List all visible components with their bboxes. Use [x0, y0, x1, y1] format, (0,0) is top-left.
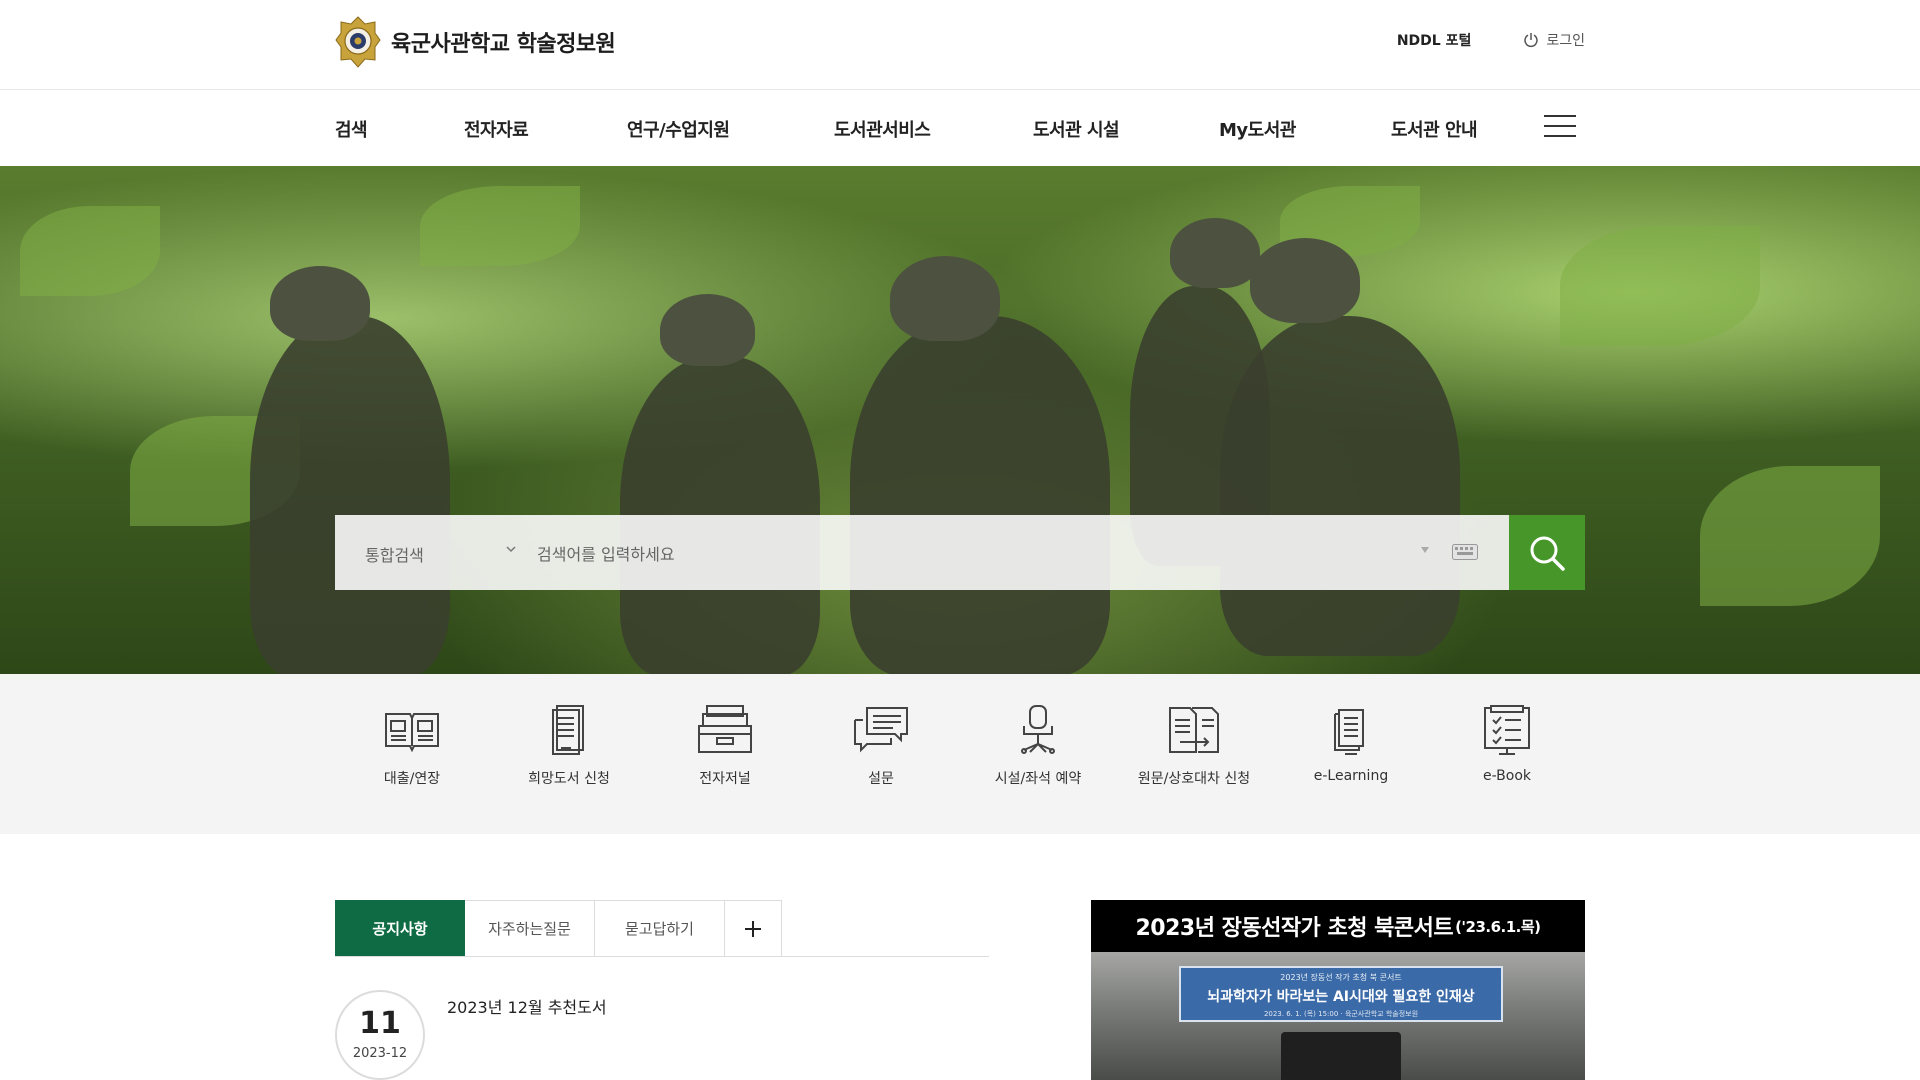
document-exchange-icon — [1169, 707, 1219, 753]
caret-down-icon[interactable] — [1420, 546, 1430, 554]
login-button[interactable]: 로그인 — [1523, 30, 1585, 50]
academy-emblem-icon — [335, 16, 381, 68]
quick-facility-reservation[interactable]: 시설/좌석 예약 — [960, 704, 1116, 788]
ebook-icon — [1484, 705, 1530, 755]
top-header: 육군사관학교 학술정보원 NDDL 포털 로그인 — [0, 0, 1920, 90]
keyboard-icon[interactable] — [1452, 544, 1478, 560]
soldier-figure — [1220, 316, 1460, 656]
event-banner[interactable]: 2023년 장동선작가 초청 북콘서트 ('23.6.1.목) 2023년 장동… — [1091, 900, 1585, 1080]
tab-notice[interactable]: 공지사항 — [335, 900, 465, 957]
sign-line1: 2023년 장동선 작가 초청 북 콘서트 — [1280, 973, 1402, 982]
more-button[interactable] — [725, 900, 782, 957]
search-bar: 통합검색 — [335, 515, 1585, 590]
quick-survey[interactable]: 설문 — [803, 704, 959, 788]
site-logo[interactable]: 육군사관학교 학술정보원 — [335, 16, 616, 68]
helmet-shape — [660, 294, 755, 366]
search-icon — [1530, 536, 1565, 571]
power-icon — [1524, 33, 1539, 48]
elearning-icon — [1334, 709, 1364, 755]
book-open-icon — [385, 713, 439, 753]
nddl-portal-link[interactable]: NDDL 포털 — [1397, 30, 1472, 50]
hamburger-icon[interactable] — [1544, 115, 1576, 139]
soldier-figure — [850, 316, 1110, 674]
login-label: 로그인 — [1546, 33, 1585, 49]
quick-label: e-Book — [1482, 768, 1531, 784]
quick-label: 설문 — [868, 771, 894, 787]
nav-library-services[interactable]: 도서관서비스 — [834, 116, 931, 142]
quick-label: e-Learning — [1313, 768, 1389, 784]
foliage-shape — [1560, 226, 1760, 346]
quick-label: 원문/상호대차 신청 — [1137, 771, 1251, 787]
banner-doorway — [1281, 1032, 1401, 1080]
quick-loan-renew[interactable]: 대출/연장 — [334, 704, 490, 788]
foliage-shape — [20, 206, 160, 296]
tab-faq[interactable]: 자주하는질문 — [465, 900, 595, 957]
tab-qna[interactable]: 묻고답하기 — [595, 900, 725, 957]
quick-elearning[interactable]: e-Learning — [1273, 704, 1429, 784]
main-navigation: 검색 전자자료 연구/수업지원 도서관서비스 도서관 시설 My도서관 도서관 … — [0, 90, 1920, 166]
notice-title-link[interactable]: 2023년 12월 추천도서 — [447, 994, 607, 1018]
helmet-shape — [270, 266, 370, 341]
notice-date-badge: 11 2023-12 — [335, 990, 425, 1080]
quick-ejournal[interactable]: 전자저널 — [647, 704, 803, 788]
sign-line2: 뇌과학자가 바라보는 AI시대와 필요한 인재상 — [1207, 989, 1475, 1005]
quick-label: 대출/연장 — [383, 771, 441, 787]
archive-box-icon — [698, 705, 752, 753]
search-box: 통합검색 — [335, 515, 1509, 590]
quick-interlibrary-loan[interactable]: 원문/상호대차 신청 — [1116, 704, 1272, 788]
chair-icon — [1021, 705, 1055, 754]
plus-icon — [745, 920, 761, 937]
search-input[interactable] — [535, 533, 1419, 575]
helmet-shape — [1170, 218, 1260, 288]
quick-label: 희망도서 신청 — [528, 771, 610, 787]
nav-my-library[interactable]: My도서관 — [1219, 116, 1296, 142]
quick-label: 시설/좌석 예약 — [994, 771, 1082, 787]
quick-menu: 대출/연장 희망도서 신청 전자저널 설문 시설/좌석 예약 원문/상호대차 신… — [0, 674, 1920, 834]
foliage-shape — [1700, 466, 1880, 606]
tab-divider — [335, 956, 989, 957]
quick-ebook[interactable]: e-Book — [1429, 704, 1585, 784]
book-request-icon — [552, 705, 584, 755]
banner-photo: 2023년 장동선 작가 초청 북 콘서트 뇌과학자가 바라보는 AI시대와 필… — [1091, 952, 1585, 1080]
helmet-shape — [1250, 238, 1360, 323]
nav-research-support[interactable]: 연구/수업지원 — [627, 116, 730, 142]
site-title: 육군사관학교 학술정보원 — [391, 32, 616, 57]
quick-label: 전자저널 — [699, 771, 751, 787]
nav-library-guide[interactable]: 도서관 안내 — [1391, 116, 1478, 142]
search-category-select[interactable]: 통합검색 — [365, 542, 424, 566]
banner-title-text: 2023년 장동선작가 초청 북콘서트 — [1135, 916, 1454, 941]
search-button[interactable] — [1509, 515, 1585, 590]
nav-e-resources[interactable]: 전자자료 — [464, 116, 529, 142]
chat-bubble-icon — [854, 707, 908, 753]
quick-book-request[interactable]: 희망도서 신청 — [491, 704, 647, 788]
banner-sign: 2023년 장동선 작가 초청 북 콘서트 뇌과학자가 바라보는 AI시대와 필… — [1179, 966, 1503, 1022]
banner-title-date: ('23.6.1.목) — [1455, 917, 1541, 936]
chevron-down-icon[interactable] — [505, 543, 517, 555]
utility-links: NDDL 포털 로그인 — [1397, 30, 1585, 50]
notice-year-month: 2023-12 — [352, 1046, 408, 1061]
nav-library-facilities[interactable]: 도서관 시설 — [1033, 116, 1120, 142]
sign-line3: 2023. 6. 1. (목) 15:00 · 육군사관학교 학술정보원 — [1263, 1010, 1419, 1018]
notice-day: 11 — [359, 1006, 401, 1041]
banner-title: 2023년 장동선작가 초청 북콘서트 ('23.6.1.목) — [1091, 900, 1585, 952]
hero-banner — [0, 166, 1920, 674]
nav-search[interactable]: 검색 — [335, 116, 368, 142]
helmet-shape — [890, 256, 1000, 341]
soldier-figure — [250, 316, 450, 674]
foliage-shape — [420, 186, 580, 266]
board-tabs: 공지사항 자주하는질문 묻고답하기 — [335, 900, 782, 957]
